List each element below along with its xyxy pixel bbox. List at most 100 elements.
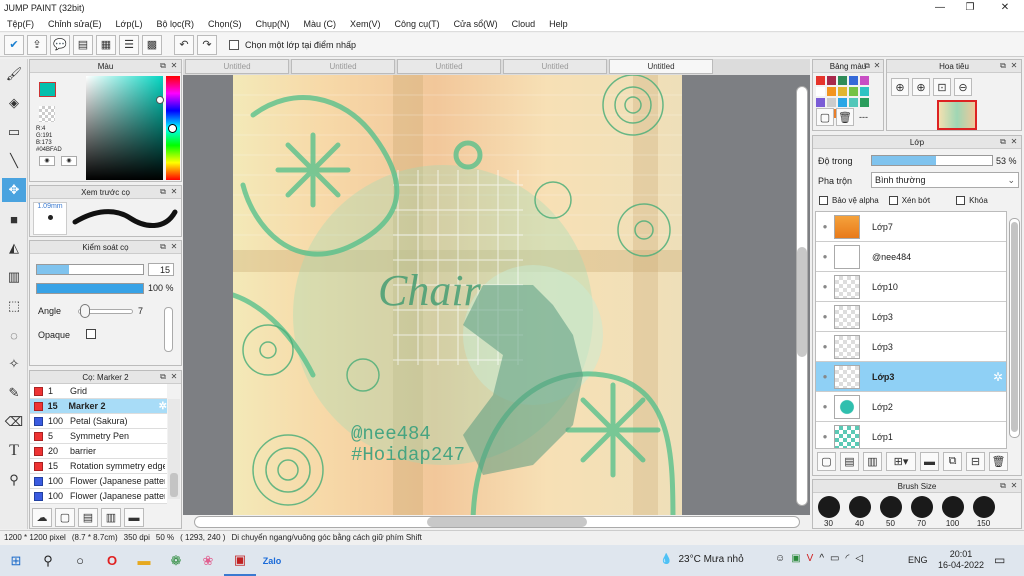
add-layer-menu-icon[interactable]: ⊞▾ (886, 452, 916, 471)
people-icon[interactable]: ☺ (775, 553, 785, 564)
export-icon[interactable]: ⇪ (27, 34, 47, 55)
jump-paint-taskbar-icon[interactable]: ▣ (224, 545, 256, 576)
move-tool-icon[interactable]: ✥ (2, 178, 26, 202)
expand-icon[interactable]: ⧉ (998, 481, 1008, 491)
doc-tab[interactable]: Untitled (397, 59, 501, 74)
grid-icon[interactable]: ▩ (142, 34, 162, 55)
menu-window[interactable]: Cửa sổ(W) (447, 19, 505, 29)
brush-size-option[interactable]: 50 (875, 496, 906, 528)
clock[interactable]: 20:01 16-04-2022 (938, 549, 984, 571)
document-icon[interactable]: ▤ (73, 34, 93, 55)
brush-item[interactable]: 15 Marker 2 ✲ (30, 399, 167, 414)
hue-slider-handle[interactable] (168, 124, 177, 133)
expand-icon[interactable]: ⧉ (998, 61, 1008, 71)
layer-row[interactable]: ● Lớp3 (816, 332, 1006, 362)
brush-item[interactable]: 100 Petal (Sakura) (30, 414, 167, 429)
artwork-canvas[interactable]: Chair @nee484 #Hoidap247 (233, 75, 682, 515)
palette-swatch[interactable] (827, 98, 836, 107)
language-indicator[interactable]: ENG (908, 555, 928, 565)
close-icon[interactable]: ✕ (169, 372, 179, 382)
close-icon[interactable]: ✕ (872, 61, 882, 71)
weather-text[interactable]: 23°C Mưa nhỏ (678, 554, 743, 565)
network-icon[interactable]: ▭ (830, 553, 839, 564)
palette-swatch[interactable] (860, 87, 869, 96)
gear-icon[interactable]: ✲ (159, 401, 167, 412)
brush-control-scrollbar[interactable] (164, 307, 173, 352)
eraser-tool-icon[interactable]: ◈ (2, 91, 26, 115)
duplicate-layer-icon[interactable]: ⧉ (943, 452, 962, 471)
line-tool-icon[interactable]: ╲ (2, 149, 26, 173)
gear-icon[interactable]: ✲ (993, 370, 1003, 384)
navigator-thumbnail[interactable] (937, 100, 977, 130)
zoom-in-icon[interactable]: ⊕ (912, 78, 930, 96)
brush-tool-icon[interactable]: 🖌 (2, 62, 26, 86)
task-view-icon[interactable]: ○ (64, 545, 96, 576)
palette-swatch[interactable] (816, 87, 825, 96)
select-pen-tool-icon[interactable]: ✎ (2, 381, 26, 405)
brush-item[interactable]: 5 Symmetry Pen (30, 429, 167, 444)
brush-size-option[interactable]: 30 (813, 496, 844, 528)
palette-swatch[interactable] (838, 98, 847, 107)
saturation-value-picker[interactable] (86, 76, 163, 180)
menu-cloud[interactable]: Cloud (505, 19, 543, 29)
foreground-color-swatch[interactable] (39, 82, 56, 97)
brush-opacity-slider[interactable] (36, 283, 144, 294)
eyedropper-tool-icon[interactable]: ⚲ (2, 468, 26, 492)
close-icon[interactable]: ✕ (169, 187, 179, 197)
antivirus-icon[interactable]: V (807, 553, 814, 564)
search-icon[interactable]: ⚲ (32, 545, 64, 576)
doc-tab[interactable]: Untitled (185, 59, 289, 74)
lasso-tool-icon[interactable]: ◌ (2, 323, 26, 347)
eyedropper-small-icon[interactable]: ◉ (39, 156, 55, 166)
palette-swatch[interactable] (838, 76, 847, 85)
notification-icon[interactable]: ▭ (994, 553, 1005, 567)
delete-palette-icon[interactable]: 🗑 (836, 108, 854, 126)
zoom-fit-icon[interactable]: ⊕ (891, 78, 909, 96)
brush-size-option[interactable]: 70 (906, 496, 937, 528)
brush-folder-icon[interactable]: ▬ (124, 508, 144, 527)
layer-row[interactable]: ● Lớp7 (816, 212, 1006, 242)
delete-layer-icon[interactable]: 🗑 (989, 452, 1008, 471)
visibility-icon[interactable]: ● (816, 432, 834, 441)
doc-tab-active[interactable]: Untitled (609, 59, 713, 74)
clip-checkbox[interactable] (888, 196, 898, 205)
close-button[interactable]: ✕ (990, 0, 1020, 16)
close-icon[interactable]: ✕ (1009, 137, 1019, 147)
palette-swatch[interactable] (849, 87, 858, 96)
brush-size-value[interactable]: 15 (148, 263, 174, 276)
visibility-icon[interactable]: ● (816, 402, 834, 411)
brush-item[interactable]: 20 barrier (30, 444, 167, 459)
brush-menu-icon[interactable]: ▤ (78, 508, 98, 527)
sv-picker-handle[interactable] (156, 96, 164, 104)
close-icon[interactable]: ✕ (1009, 481, 1019, 491)
wifi-icon[interactable]: ◜ (846, 553, 850, 564)
menu-file[interactable]: Tệp(F) (0, 19, 41, 29)
new-1bit-layer-icon[interactable]: ▥ (863, 452, 882, 471)
menu-filter[interactable]: Bộ lọc(R) (149, 19, 201, 29)
brush-size-slider[interactable] (36, 264, 144, 275)
file-explorer-icon[interactable]: ▬ (128, 545, 160, 576)
layer-row[interactable]: ● Lớp1 (816, 422, 1006, 448)
volume-icon[interactable]: ◁ (855, 553, 863, 564)
expand-icon[interactable]: ⧉ (862, 61, 872, 71)
expand-icon[interactable]: ⧉ (998, 137, 1008, 147)
transparent-swatch[interactable] (39, 106, 55, 122)
visibility-icon[interactable]: ● (816, 312, 834, 321)
visibility-icon[interactable]: ● (816, 282, 834, 291)
expand-icon[interactable]: ⧉ (158, 372, 168, 382)
visibility-icon[interactable]: ● (816, 342, 834, 351)
new-8bit-layer-icon[interactable]: ▤ (840, 452, 859, 471)
palette-swatch[interactable] (816, 76, 825, 85)
zoom-out-icon[interactable]: ⊖ (954, 78, 972, 96)
new-palette-icon[interactable]: ▢ (816, 108, 834, 126)
windows-start-icon[interactable]: ⊞ (0, 545, 32, 576)
blend-mode-select[interactable]: Bình thường ⌄ (871, 172, 1019, 188)
layer-row[interactable]: ● @nee484 (816, 242, 1006, 272)
layer-list-scrollbar[interactable] (1009, 218, 1020, 438)
brush-item[interactable]: 100 Flower (Japanese pattern) (30, 474, 167, 489)
close-icon[interactable]: ✕ (169, 242, 179, 252)
palette-swatch[interactable] (827, 87, 836, 96)
brush-size-option[interactable]: 100 (937, 496, 968, 528)
tray-chevron-icon[interactable]: ^ (819, 553, 824, 564)
palette-swatch[interactable] (849, 76, 858, 85)
